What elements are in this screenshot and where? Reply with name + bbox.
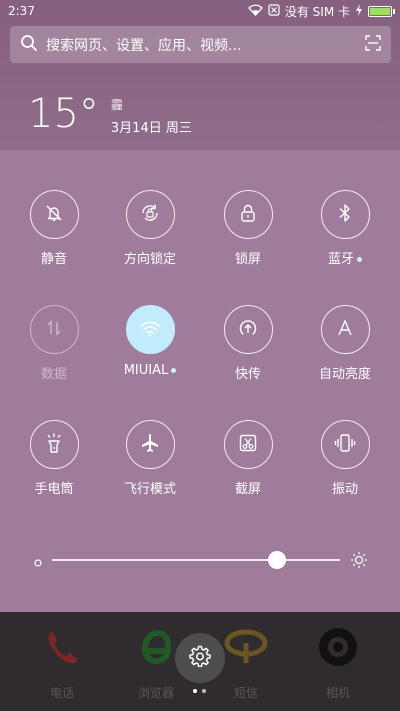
toggle-quick-share-button[interactable]: [223, 305, 273, 354]
toggle-label: 截屏: [234, 482, 261, 497]
toggle-flashlight-button[interactable]: [29, 420, 79, 469]
auto-brightness-icon: [336, 318, 354, 341]
browser-icon: [133, 624, 179, 670]
brightness-low-icon: [32, 554, 44, 573]
flashlight-icon: [44, 432, 64, 458]
camera-icon: [315, 624, 361, 670]
toggle-label: 蓝牙: [295, 248, 395, 267]
toggle-lock-screen[interactable]: 锁屏: [198, 190, 298, 267]
toggle-bluetooth-button[interactable]: [320, 190, 370, 239]
wifi-icon: [139, 319, 161, 341]
brightness-slider[interactable]: [32, 550, 368, 570]
toggle-label: 自动亮度: [318, 367, 371, 382]
toggle-label: 静音: [40, 252, 67, 267]
toggle-wifi-button[interactable]: [125, 305, 175, 354]
toggle-airplane-mode[interactable]: 飞行模式: [100, 420, 200, 497]
toggle-lock-screen-button[interactable]: [223, 190, 273, 239]
dock-app-label: 相机: [325, 686, 350, 700]
gear-icon: [189, 645, 211, 671]
bluetooth-icon: [336, 203, 354, 227]
toggle-label: MIUIAL: [100, 363, 200, 378]
messages-icon: [223, 624, 269, 670]
search-input[interactable]: 搜索网页、设置、应用、视频...: [46, 35, 357, 55]
charging-icon: [355, 3, 363, 19]
settings-button[interactable]: [175, 633, 225, 683]
toggle-auto-brightness-button[interactable]: [320, 305, 370, 354]
search-bar[interactable]: 搜索网页、设置、应用、视频...: [10, 26, 391, 63]
toggle-auto-brightness[interactable]: 自动亮度: [295, 305, 395, 382]
wifi-indicator-dot: [171, 368, 177, 373]
screenshot-icon: [238, 433, 258, 457]
toggle-rotation-lock-button[interactable]: [125, 190, 175, 239]
scan-icon[interactable]: [365, 34, 381, 55]
dock-app-label: 短信: [233, 686, 258, 700]
toggle-vibrate[interactable]: 振动: [295, 420, 395, 497]
rotation-lock-icon: [139, 202, 161, 228]
weather-widget[interactable]: 15° 霾 3月14日 周三: [28, 92, 192, 136]
status-time: 2:37: [8, 4, 35, 18]
bluetooth-indicator-dot: [357, 257, 362, 262]
page-dot: [202, 689, 206, 693]
toggle-label: 数据: [40, 367, 67, 382]
brightness-track[interactable]: [52, 559, 340, 561]
toggle-airplane-mode-button[interactable]: [125, 420, 175, 469]
quick-share-icon: [237, 317, 259, 343]
phone-icon: [39, 624, 85, 670]
toggle-quick-share[interactable]: 快传: [198, 305, 298, 382]
dock-app-label: 电话: [49, 686, 74, 700]
toggle-rotation-lock[interactable]: 方向锁定: [100, 190, 200, 267]
vibrate-icon: [334, 433, 356, 457]
toggle-mute-button[interactable]: [29, 190, 79, 239]
weather-temperature: 15°: [28, 91, 99, 137]
toggle-label: 方向锁定: [123, 252, 176, 267]
control-center-panel: 静音 方向锁定 锁屏 蓝牙 数据 MIUIAL 快传 自动亮度 手电筒 飞行模式…: [0, 150, 400, 612]
page-dot-active: [193, 689, 197, 693]
weather-condition: 霾: [110, 98, 123, 112]
toggle-mute[interactable]: 静音: [4, 190, 104, 267]
battery-icon: [368, 5, 395, 17]
toggle-mobile-data-button[interactable]: [29, 305, 79, 354]
toggle-bluetooth[interactable]: 蓝牙: [295, 190, 395, 267]
toggle-screenshot[interactable]: 截屏: [198, 420, 298, 497]
toggle-label: 手电筒: [34, 482, 74, 497]
dock-app-label: 浏览器: [137, 686, 174, 700]
status-bar: 2:37 没有 SIM 卡: [0, 0, 400, 22]
brightness-thumb[interactable]: [267, 551, 286, 569]
status-icons: 没有 SIM 卡: [247, 3, 395, 20]
dock-app-camera[interactable]: 相机: [298, 624, 378, 701]
toggle-label: 飞行模式: [123, 482, 176, 497]
toggle-label: 锁屏: [234, 252, 261, 267]
airplane-icon: [140, 433, 160, 457]
toggle-mobile-data[interactable]: 数据: [4, 305, 104, 382]
sim-status-text: 没有 SIM 卡: [284, 4, 350, 19]
dock-app-phone[interactable]: 电话: [22, 624, 102, 701]
toggle-label: 振动: [331, 482, 358, 497]
no-sim-icon: [268, 3, 280, 19]
mobile-data-icon: [45, 319, 63, 341]
page-indicator: [193, 689, 206, 693]
toggle-vibrate-button[interactable]: [320, 420, 370, 469]
toggle-flashlight[interactable]: 手电筒: [4, 420, 104, 497]
search-icon: [20, 34, 38, 56]
brightness-high-icon: [350, 551, 368, 573]
wifi-status-icon: [247, 4, 263, 19]
toggle-label: 快传: [234, 367, 261, 382]
top-area: 2:37 没有 SIM 卡 搜索网页、设置、应用、视频... 15° 霾 3月1…: [0, 0, 400, 150]
toggle-wifi[interactable]: MIUIAL: [100, 305, 200, 378]
toggle-screenshot-button[interactable]: [223, 420, 273, 469]
lock-icon: [238, 203, 258, 227]
bell-muted-icon: [44, 203, 64, 227]
weather-date: 3月14日 周三: [110, 121, 192, 136]
